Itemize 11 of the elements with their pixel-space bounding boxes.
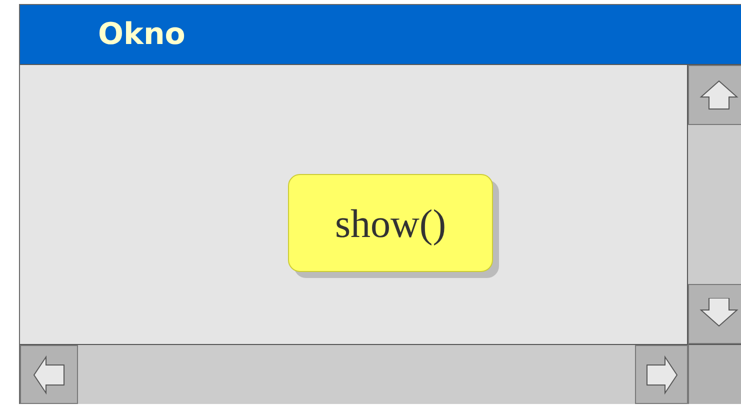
scroll-right-button[interactable] (635, 345, 688, 404)
arrow-up-icon (698, 79, 738, 111)
vertical-scrollbar[interactable] (688, 65, 741, 344)
scrollbar-corner (688, 344, 741, 404)
scroll-left-button[interactable] (20, 345, 78, 404)
window-title: Okno (98, 17, 186, 52)
horizontal-scrollbar[interactable] (20, 344, 688, 404)
arrow-right-icon (646, 354, 678, 394)
scroll-up-button[interactable] (688, 65, 741, 125)
scroll-down-button[interactable] (688, 284, 741, 344)
arrow-left-icon (33, 354, 65, 394)
